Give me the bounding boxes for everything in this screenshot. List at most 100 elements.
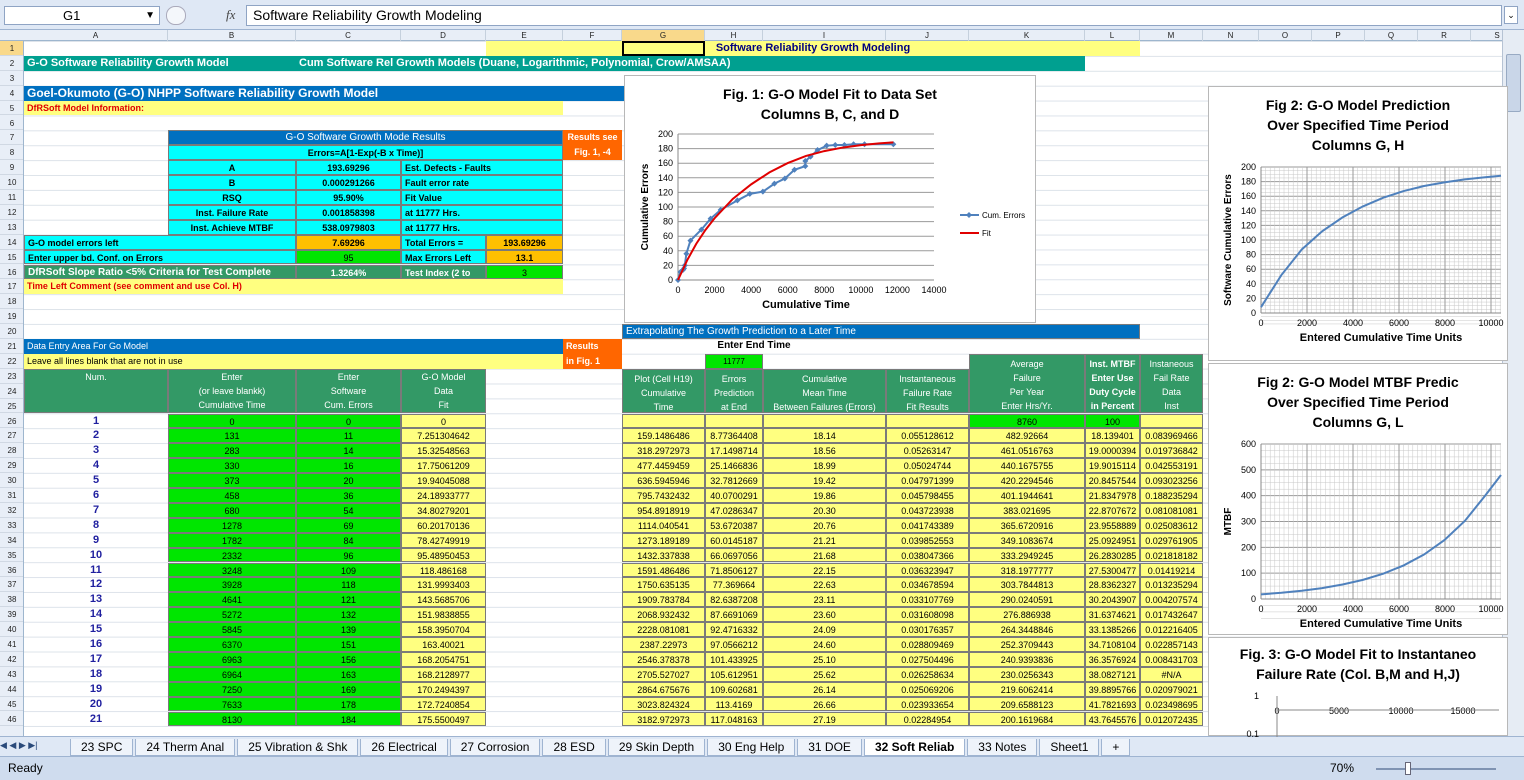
left-header-2[interactable]: Enter Software Cum. Errors — [296, 368, 401, 414]
right-cell-1[interactable]: 53.6720387 — [705, 517, 763, 533]
sheet-tab[interactable]: 26 Electrical — [360, 739, 448, 756]
right-cell-3[interactable]: 0.05263147 — [886, 443, 969, 459]
result-value[interactable]: 95.90% — [296, 190, 401, 205]
sheet-tab[interactable]: 27 Corrosion — [449, 739, 541, 756]
right-cell-4[interactable]: 290.0240591 — [969, 592, 1085, 608]
right-cell-5[interactable]: 25.0924951 — [1085, 532, 1140, 548]
fit-cell[interactable]: 170.2494397 — [401, 681, 486, 697]
right-cell-4[interactable]: 365.6720916 — [969, 517, 1085, 533]
time-cell[interactable]: 680 — [168, 502, 296, 518]
row-header-12[interactable]: 12 — [0, 205, 23, 220]
time-cell[interactable]: 6370 — [168, 637, 296, 652]
right-cell-4[interactable]: 383.021695 — [969, 502, 1085, 518]
column-header-B[interactable]: B — [168, 30, 296, 41]
right-cell-2[interactable]: 23.11 — [763, 592, 886, 608]
right-cell-6[interactable]: 0.093023256 — [1140, 473, 1203, 488]
right-cell-6[interactable]: 0.012072435 — [1140, 711, 1203, 727]
row-header-31[interactable]: 31 — [0, 488, 23, 503]
sheet-nav-arrows[interactable]: ◀ ◀ ▶ ▶| — [0, 740, 38, 751]
time-cell[interactable]: 8130 — [168, 711, 296, 727]
sheet-tab[interactable]: 28 ESD — [542, 739, 606, 756]
fit-cell[interactable]: 168.2128977 — [401, 666, 486, 682]
right-cell-0[interactable]: 1909.783784 — [622, 592, 705, 608]
end-time-input[interactable]: 11777 — [705, 353, 763, 369]
chart-fig1[interactable]: Fig. 1: G-O Model Fit to Data Set Columns… — [624, 75, 1036, 323]
errors-cell[interactable]: 54 — [296, 502, 401, 518]
row-header-38[interactable]: 38 — [0, 592, 23, 608]
errors-left-label[interactable]: G-O model errors left — [24, 234, 296, 250]
right-cell-4[interactable]: 252.3709443 — [969, 637, 1085, 652]
sheet-tab[interactable]: 32 Soft Reliab — [863, 739, 966, 756]
right-cell-2[interactable]: 18.56 — [763, 443, 886, 459]
right-cell-0[interactable]: 2387.22973 — [622, 637, 705, 652]
sheet-tab[interactable]: 30 Eng Help — [707, 739, 796, 756]
right-cell-4[interactable]: 440.1675755 — [969, 458, 1085, 474]
row-header-2[interactable]: 2 — [0, 56, 23, 71]
row-header-20[interactable]: 20 — [0, 324, 23, 339]
conf-label[interactable]: Enter upper bd. Conf. on Errors — [24, 249, 296, 265]
chart-fig2-mtbf[interactable]: Fig 2: G-O Model MTBF Predic Over Specifi… — [1208, 363, 1508, 635]
right-cell-0[interactable]: 318.2972973 — [622, 443, 705, 459]
errors-cell[interactable]: 169 — [296, 681, 401, 697]
row-header-30[interactable]: 30 — [0, 473, 23, 488]
right-cell-0[interactable]: 1591.486486 — [622, 562, 705, 578]
right-cell-1[interactable]: 117.048163 — [705, 711, 763, 727]
right-cell-3[interactable]: 0.05024744 — [886, 458, 969, 474]
fit-cell[interactable]: 17.75061209 — [401, 458, 486, 474]
right-cell-1[interactable]: 87.6691069 — [705, 607, 763, 623]
right-header-1[interactable]: ErrorsPredictionat EndTime — [705, 368, 763, 414]
row-header-43[interactable]: 43 — [0, 667, 23, 682]
column-header-F[interactable]: F — [563, 30, 622, 41]
time-cell[interactable]: 283 — [168, 443, 296, 459]
right-cell-1[interactable]: 105.612951 — [705, 666, 763, 682]
num-cell[interactable]: 17 — [24, 652, 168, 667]
right-cell-3[interactable]: 0.036323947 — [886, 562, 969, 578]
errors-cell[interactable]: 163 — [296, 666, 401, 682]
result-desc[interactable]: at 11777 Hrs. — [401, 204, 563, 220]
fit-cell[interactable]: 19.94045088 — [401, 473, 486, 488]
right-cell-4[interactable]: 349.1083674 — [969, 532, 1085, 548]
result-desc[interactable]: Est. Defects - Faults — [401, 160, 563, 176]
fit-cell[interactable]: 78.42749919 — [401, 532, 486, 548]
num-cell[interactable]: 1 — [24, 414, 168, 429]
result-label[interactable]: A — [168, 160, 296, 176]
row-header-35[interactable]: 35 — [0, 548, 23, 563]
right-cell-4[interactable]: 461.0516763 — [969, 443, 1085, 459]
errors-cell[interactable]: 156 — [296, 651, 401, 667]
errors-cell[interactable]: 20 — [296, 473, 401, 488]
column-header-H[interactable]: H — [705, 30, 763, 41]
right-cell-5[interactable]: 21.8347978 — [1085, 488, 1140, 503]
right-cell-2[interactable]: 18.14 — [763, 428, 886, 444]
num-cell[interactable]: 20 — [24, 697, 168, 712]
fit-cell[interactable]: 143.5685706 — [401, 592, 486, 608]
row-header-11[interactable]: 11 — [0, 190, 23, 205]
right-cell-0[interactable]: 2068.932432 — [622, 607, 705, 623]
column-header-R[interactable]: R — [1418, 30, 1471, 41]
num-cell[interactable]: 3 — [24, 443, 168, 458]
time-cell[interactable]: 373 — [168, 473, 296, 488]
row-header-15[interactable]: 15 — [0, 250, 23, 265]
right-cell-4[interactable]: 240.9393836 — [969, 651, 1085, 667]
right-cell-4[interactable]: 200.1619684 — [969, 711, 1085, 727]
g26-cell[interactable] — [622, 413, 705, 429]
time-cell[interactable]: 7633 — [168, 696, 296, 712]
column-header-Q[interactable]: Q — [1365, 30, 1418, 41]
results-fig1-label[interactable]: in Fig. 1 — [563, 353, 622, 369]
right-cell-3[interactable]: 0.027504496 — [886, 651, 969, 667]
right-cell-0[interactable]: 3023.824324 — [622, 696, 705, 712]
right-cell-5[interactable]: 26.2830285 — [1085, 547, 1140, 563]
right-cell-6[interactable]: #N/A — [1140, 666, 1203, 682]
right-cell-4[interactable]: 219.6062414 — [969, 681, 1085, 697]
j26-cell[interactable] — [886, 413, 969, 429]
time-left-cell[interactable]: Time Left Comment (see comment and use C… — [24, 279, 563, 295]
right-cell-0[interactable]: 2864.675676 — [622, 681, 705, 697]
right-cell-2[interactable]: 23.60 — [763, 607, 886, 623]
right-cell-4[interactable]: 401.1944641 — [969, 488, 1085, 503]
right-cell-5[interactable]: 22.8707672 — [1085, 502, 1140, 518]
column-header-C[interactable]: C — [296, 30, 401, 41]
result-label[interactable]: B — [168, 175, 296, 190]
name-box[interactable]: G1 ▼ — [4, 6, 160, 25]
model-info-cell[interactable]: DfRSoft Model Information: — [24, 100, 563, 116]
errors-cell[interactable]: 0 — [296, 413, 401, 429]
right-cell-6[interactable]: 0.081081081 — [1140, 502, 1203, 518]
